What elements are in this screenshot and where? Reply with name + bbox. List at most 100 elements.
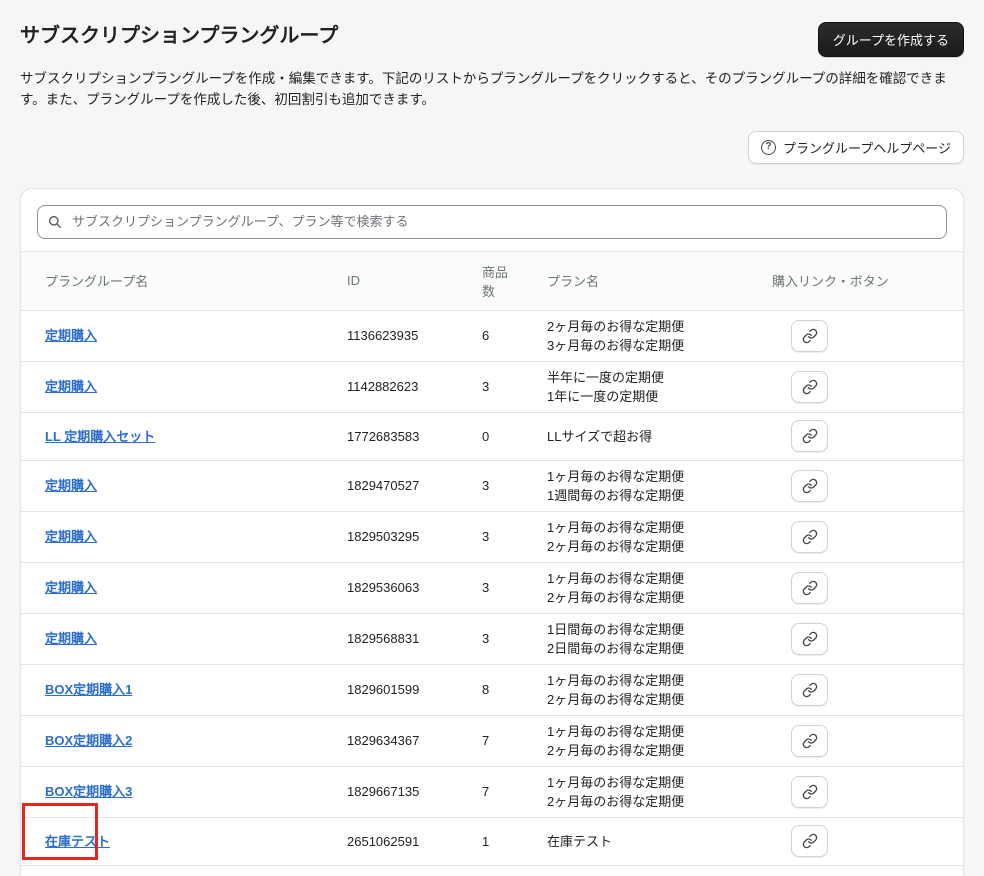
plan-group-link[interactable]: 定期購入 [45,379,97,394]
plan-group-link[interactable]: BOX定期購入2 [45,733,132,748]
plan-names: LLサイズで超お得 [531,412,756,460]
purchase-link-button[interactable] [791,571,828,604]
plan-group-id: 1829568831 [347,631,420,647]
purchase-link-button[interactable] [791,724,828,757]
plan-group-id: 1829667135 [347,784,420,800]
plan-group-id: 1829601599 [347,682,420,698]
plan-name: 1日間毎のお得な定期便 [547,621,685,637]
plan-name: 1ヶ月毎のお得な定期便 [547,774,685,790]
plan-name: 1週間毎のお得な定期便 [547,487,685,503]
column-header-group-name: プラングループ名 [21,250,331,311]
chain-link-icon [802,529,817,545]
plan-group-id: 2651062591 [347,833,420,849]
plan-group-link[interactable]: 在庫テスト [45,834,110,849]
table-row: 定期購入 1829536063 3 1ヶ月毎のお得な定期便 2ヶ月毎のお得な定期便 [21,562,963,614]
table-row: 定期購入 1136623935 6 2ヶ月毎のお得な定期便 3ヶ月毎のお得な定期便 [21,310,963,362]
purchase-link-button[interactable] [791,469,828,502]
table-row: 定期購入 1142882623 3 半年に一度の定期便 1年に一度の定期便 [21,361,963,413]
plan-group-link[interactable]: BOX定期購入1 [45,682,132,697]
product-count: 3 [482,580,490,596]
plan-group-link[interactable]: BOX定期購入3 [45,784,132,799]
plan-name: 1ヶ月毎のお得な定期便 [547,672,685,688]
plan-name: 1ヶ月毎のお得な定期便 [547,570,685,586]
plan-group-id: 1136623935 [347,328,419,344]
product-count: 3 [482,529,490,545]
chain-link-icon [802,834,817,849]
plan-group-id: 1829634367 [347,733,420,749]
plan-names: 1ヶ月毎のお得な定期便 2ヶ月毎のお得な定期便 [531,664,756,715]
plan-names: 1ヶ月毎のお得な定期便 1週間毎のお得な定期便 [531,460,756,511]
table-row: 在庫テスト 2651062591 1 在庫テスト [21,817,963,866]
plan-group-card: プラングループ名 ID 商品数 プラン名 購入リンク・ボタン 定期購入 11366… [20,187,964,876]
page-title: サブスクリプションプラングループ [20,25,339,47]
chain-link-icon [802,733,817,749]
plan-names: 1日間毎のお得な定期便 2日間毎のお得な定期便 [531,613,756,664]
page-header: サブスクリプションプラングループ グループを作成する [20,22,964,57]
plan-names: 1ヶ月毎のお得な定期便 2ヶ月毎のお得な定期便 [531,766,756,817]
column-header-plan-name: プラン名 [531,250,756,311]
plan-group-link[interactable]: LL 定期購入セット [45,429,155,444]
plan-group-link[interactable]: 定期購入 [45,328,97,343]
search-icon [48,215,61,228]
product-count: 7 [482,733,490,749]
product-count: 8 [482,682,490,698]
product-count: 3 [482,478,490,494]
plan-group-link[interactable]: 定期購入 [45,631,97,646]
plan-name: 1ヶ月毎のお得な定期便 [547,519,685,535]
table-row: BOX定期購入1 1829601599 8 1ヶ月毎のお得な定期便 2ヶ月毎のお得な定期… [21,664,963,716]
plan-group-id: 1772683583 [347,428,420,444]
purchase-link-button[interactable] [791,370,828,403]
plan-names: 在庫テスト [531,817,756,865]
plan-names: 半年に一度の定期便 1年に一度の定期便 [531,361,756,412]
plan-group-table: プラングループ名 ID 商品数 プラン名 購入リンク・ボタン 定期購入 11366… [21,250,963,866]
plan-name: 2ヶ月毎のお得な定期便 [547,538,685,554]
chain-link-icon [802,784,817,800]
purchase-link-button[interactable] [791,319,828,352]
plan-group-id: 1829536063 [347,580,420,596]
help-button-label: プラングループヘルプページ [783,140,951,156]
product-count: 1 [482,833,490,849]
help-button[interactable]: ? プラングループヘルプページ [748,130,964,164]
purchase-link-button[interactable] [791,622,828,655]
plan-name: 2ヶ月毎のお得な定期便 [547,318,685,334]
table-row: 定期購入 1829503295 3 1ヶ月毎のお得な定期便 2ヶ月毎のお得な定期便 [21,511,963,563]
create-group-button[interactable]: グループを作成する [817,22,964,57]
plan-names: 1ヶ月毎のお得な定期便 2ヶ月毎のお得な定期便 [531,715,756,766]
plan-name: 1年に一度の定期便 [547,388,659,404]
plan-group-id: 1829503295 [347,529,420,545]
plan-name: 2ヶ月毎のお得な定期便 [547,589,685,605]
purchase-link-button[interactable] [791,673,828,706]
page-description: サブスクリプションプラングループを作成・編集できます。下記のリストからプラングル… [20,71,947,107]
plan-group-link[interactable]: 定期購入 [45,580,97,595]
plan-name: 2ヶ月毎のお得な定期便 [547,793,685,809]
plan-name: 2ヶ月毎のお得な定期便 [547,691,685,707]
plan-names: 1ヶ月毎のお得な定期便 2ヶ月毎のお得な定期便 [531,562,756,613]
plan-name: LLサイズで超お得 [547,428,653,444]
plan-group-link[interactable]: 定期購入 [45,478,97,493]
plan-group-link[interactable]: 定期購入 [45,529,97,544]
purchase-link-button[interactable] [791,520,828,553]
purchase-link-button[interactable] [791,825,828,858]
plan-name: 1ヶ月毎のお得な定期便 [547,468,685,484]
chain-link-icon [802,478,817,494]
plan-name: 1ヶ月毎のお得な定期便 [547,723,685,739]
question-circle-icon: ? [761,139,777,155]
table-header-row: プラングループ名 ID 商品数 プラン名 購入リンク・ボタン [21,250,963,311]
column-header-id: ID [331,250,466,311]
search-bar [37,204,947,239]
plan-name: 3ヶ月毎のお得な定期便 [547,337,685,353]
table-row: 定期購入 1829568831 3 1日間毎のお得な定期便 2日間毎のお得な定期便 [21,613,963,665]
column-header-product-count: 商品数 [466,250,531,311]
table-row: BOX定期購入3 1829667135 7 1ヶ月毎のお得な定期便 2ヶ月毎のお得な定期… [21,766,963,818]
chain-link-icon [802,631,817,647]
product-count: 3 [482,379,490,395]
search-input[interactable] [37,204,947,239]
chain-link-icon [802,379,817,395]
product-count: 0 [482,428,490,444]
chain-link-icon [802,580,817,596]
plan-name: 在庫テスト [547,833,613,849]
product-count: 3 [482,631,490,647]
plan-names: 2ヶ月毎のお得な定期便 3ヶ月毎のお得な定期便 [531,310,756,361]
purchase-link-button[interactable] [791,775,828,808]
purchase-link-button[interactable] [791,420,828,453]
